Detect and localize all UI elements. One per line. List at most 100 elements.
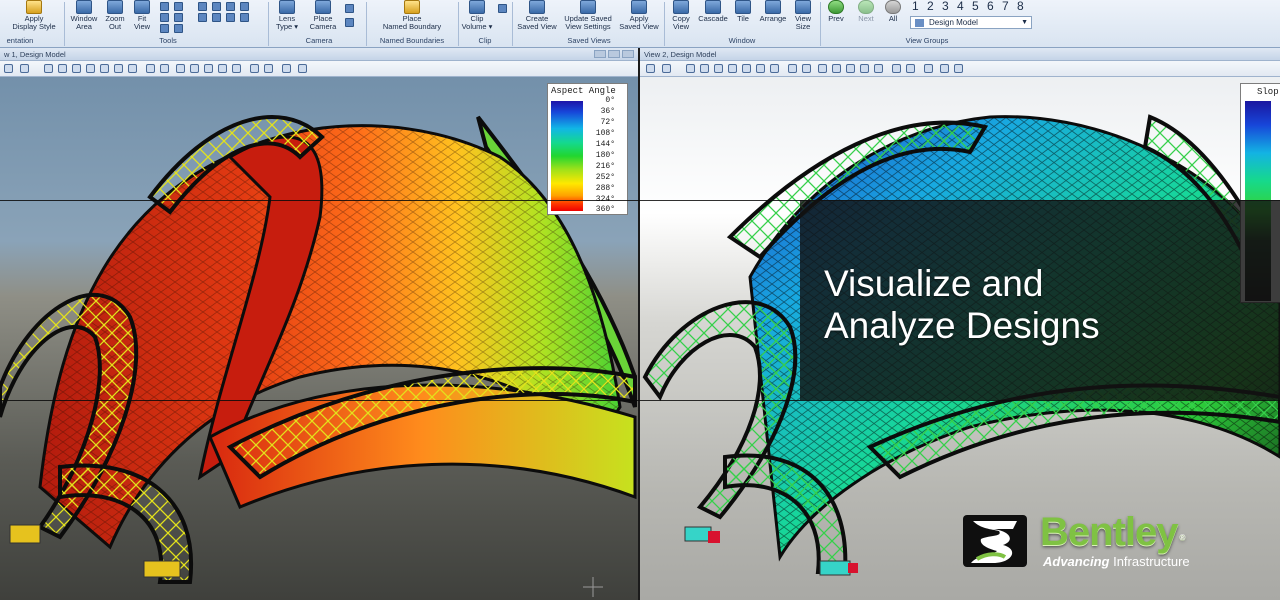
- toggle-shadows-icon[interactable]: [846, 64, 855, 73]
- registered-mark: ®: [1179, 533, 1186, 542]
- apply-display-style-button[interactable]: Apply Display Style: [6, 0, 62, 34]
- clip-mask-icon[interactable]: [232, 64, 241, 73]
- camera-icon[interactable]: [906, 64, 915, 73]
- view-toggle-2[interactable]: 2: [927, 0, 934, 13]
- window-area-icon[interactable]: [728, 64, 737, 73]
- toggle-shadows-icon[interactable]: [204, 64, 213, 73]
- zoom-in-icon[interactable]: [58, 64, 67, 73]
- place-named-boundary-button[interactable]: Place Named Boundary: [372, 0, 452, 34]
- zoom-out-icon[interactable]: [714, 64, 723, 73]
- view-undo-icon[interactable]: [212, 13, 221, 22]
- toggle-lights-icon[interactable]: [190, 64, 199, 73]
- view-previous-icon[interactable]: [146, 64, 155, 73]
- view-settings-icon[interactable]: [940, 64, 949, 73]
- pan-view-icon[interactable]: [128, 64, 137, 73]
- view-rotation-icon[interactable]: [892, 64, 901, 73]
- clip-volume-icon[interactable]: [860, 64, 869, 73]
- update-view-icon[interactable]: [686, 64, 695, 73]
- camera-icon: [315, 0, 331, 14]
- fit-view-button[interactable]: Fit View: [130, 0, 154, 34]
- arrange-button[interactable]: Arrange: [756, 0, 790, 34]
- display-style-icon[interactable]: [20, 64, 29, 73]
- rotate-view-icon[interactable]: [756, 64, 765, 73]
- view-1-titlebar: w 1, Design Model: [0, 48, 638, 61]
- view-group-select[interactable]: Design Model ▼: [910, 16, 1032, 29]
- legend-title: Slop: [1257, 87, 1279, 97]
- view-display-icon[interactable]: [174, 24, 183, 33]
- window-area-icon[interactable]: [86, 64, 95, 73]
- prev-view-group-button[interactable]: Prev: [822, 0, 850, 34]
- display-style-icon[interactable]: [662, 64, 671, 73]
- view-top-icon[interactable]: [198, 2, 207, 11]
- zoom-out-button[interactable]: Zoom Out: [102, 0, 128, 34]
- pan-view-icon[interactable]: [770, 64, 779, 73]
- apply-saved-view-button[interactable]: Apply Saved View: [616, 0, 662, 34]
- view-next-icon[interactable]: [802, 64, 811, 73]
- zoom-out-icon[interactable]: [72, 64, 81, 73]
- copy-view-button[interactable]: Copy View: [666, 0, 696, 34]
- update-view-icon[interactable]: [44, 64, 53, 73]
- fit-view-icon[interactable]: [100, 64, 109, 73]
- zoom-in-icon[interactable]: [700, 64, 709, 73]
- rotate-view-icon[interactable]: [114, 64, 123, 73]
- view-toggles-icon[interactable]: [924, 64, 933, 73]
- toggle-fill-icon[interactable]: [818, 64, 827, 73]
- view-settings-icon[interactable]: [298, 64, 307, 73]
- footing: [9, 524, 41, 544]
- all-view-groups-button[interactable]: All: [882, 0, 904, 34]
- fit-view-icon[interactable]: [742, 64, 751, 73]
- toggle-lights-icon[interactable]: [832, 64, 841, 73]
- view-toggle-6[interactable]: 6: [987, 0, 994, 13]
- place-camera-button[interactable]: Place Camera: [306, 0, 340, 34]
- view-toggles-icon[interactable]: [282, 64, 291, 73]
- view-settings-icon[interactable]: [954, 64, 963, 73]
- group-label-tools: Tools: [159, 36, 177, 45]
- button-label: Camera: [309, 22, 337, 31]
- view-attributes-icon[interactable]: [4, 64, 13, 73]
- view-previous-icon[interactable]: [788, 64, 797, 73]
- view-toggle-5[interactable]: 5: [972, 0, 979, 13]
- clip-volume-button[interactable]: Clip Volume ▾: [460, 0, 494, 34]
- view-1-canvas[interactable]: [0, 77, 638, 600]
- view-toggle-7[interactable]: 7: [1002, 0, 1009, 13]
- view-attributes-icon[interactable]: [174, 13, 183, 22]
- clip-mask-icon[interactable]: [874, 64, 883, 73]
- view-settings-icon[interactable]: [174, 2, 183, 11]
- camera-icon[interactable]: [264, 64, 273, 73]
- view-size-button[interactable]: View Size: [790, 0, 816, 34]
- view-toggle-3[interactable]: 3: [942, 0, 949, 13]
- camera-settings-icon[interactable]: [345, 4, 354, 13]
- clip-mask-icon[interactable]: [498, 4, 507, 13]
- minimize-button[interactable]: [594, 50, 606, 58]
- view-front-icon[interactable]: [212, 2, 221, 11]
- legend-title: Aspect Angle: [551, 86, 616, 96]
- view-redo-icon[interactable]: [226, 13, 235, 22]
- view-next-icon[interactable]: [160, 64, 169, 73]
- view-update-icon[interactable]: [240, 13, 249, 22]
- pan-view-icon[interactable]: [160, 13, 169, 22]
- next-view-group-button[interactable]: Next: [852, 0, 880, 34]
- view-right-icon[interactable]: [226, 2, 235, 11]
- view-rotation-icon[interactable]: [250, 64, 259, 73]
- camera-target-icon[interactable]: [345, 18, 354, 27]
- walk-view-icon[interactable]: [160, 24, 169, 33]
- clip-volume-icon[interactable]: [218, 64, 227, 73]
- close-button[interactable]: [622, 50, 634, 58]
- view-rotation-icon[interactable]: [198, 13, 207, 22]
- create-saved-view-icon: [529, 0, 545, 14]
- cascade-button[interactable]: Cascade: [696, 0, 730, 34]
- maximize-button[interactable]: [608, 50, 620, 58]
- rotate-view-icon[interactable]: [160, 2, 169, 11]
- lens-type-button[interactable]: Lens Type ▾: [272, 0, 302, 34]
- view-toggle-1[interactable]: 1: [912, 0, 919, 13]
- toggle-fill-icon[interactable]: [176, 64, 185, 73]
- window-area-button[interactable]: Window Area: [68, 0, 100, 34]
- tile-button[interactable]: Tile: [730, 0, 756, 34]
- view-toggle-4[interactable]: 4: [957, 0, 964, 13]
- view-attributes-icon[interactable]: [646, 64, 655, 73]
- view-1-window[interactable]: w 1, Design Model Aspect Angle 0° 36° 72…: [0, 48, 638, 600]
- update-saved-view-settings-button[interactable]: Update Saved View Settings: [562, 0, 614, 34]
- view-toggle-8[interactable]: 8: [1017, 0, 1024, 13]
- view-iso-icon[interactable]: [240, 2, 249, 11]
- create-saved-view-button[interactable]: Create Saved View: [514, 0, 560, 34]
